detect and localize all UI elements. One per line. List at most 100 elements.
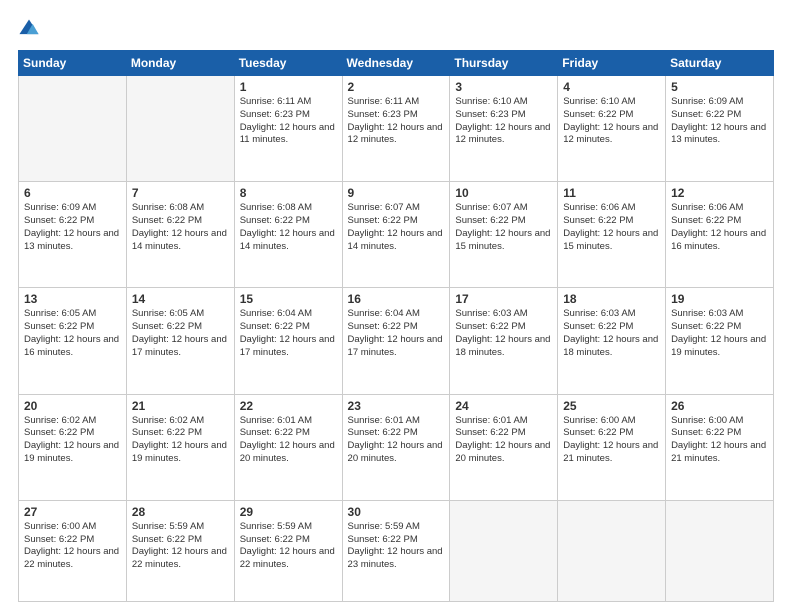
day-number: 15 — [240, 292, 337, 306]
calendar-cell: 15 Sunrise: 6:04 AM Sunset: 6:22 PM Dayli… — [234, 288, 342, 394]
day-number: 22 — [240, 399, 337, 413]
day-number: 26 — [671, 399, 768, 413]
calendar-cell: 8Sunrise: 6:08 AM Sunset: 6:22 PM Daylig… — [234, 182, 342, 288]
calendar-cell: 14Sunrise: 6:05 AM Sunset: 6:22 PM Dayli… — [126, 288, 234, 394]
calendar-cell: 7 Sunrise: 6:08 AM Sunset: 6:22 PM Daylig… — [126, 182, 234, 288]
day-number: 2 — [348, 80, 445, 94]
calendar-cell: 23Sunrise: 6:01 AM Sunset: 6:22 PM Dayli… — [342, 394, 450, 500]
calendar-cell: 12 Sunrise: 6:06 AM Sunset: 6:22 PM Dayli… — [666, 182, 774, 288]
day-info: Sunrise: 6:10 AM Sunset: 6:22 PM Dayligh… — [563, 96, 660, 147]
day-info: Sunrise: 6:02 AM Sunset: 6:22 PM Dayligh… — [132, 415, 229, 466]
day-info: Sunrise: 6:04 AM Sunset: 6:22 PM Dayligh… — [240, 308, 337, 359]
calendar-cell — [126, 76, 234, 182]
weekday-header-thursday: Thursday — [450, 51, 558, 76]
logo-icon — [18, 18, 40, 40]
day-number: 12 — [671, 186, 768, 200]
day-info: Sunrise: 6:05 AM Sunset: 6:22 PM Dayligh… — [24, 308, 121, 359]
day-info: Sunrise: 6:08 AM Sunset: 6:22 PM Dayligh… — [132, 202, 229, 253]
day-number: 3 — [455, 80, 552, 94]
calendar-cell: 26 Sunrise: 6:00 AM Sunset: 6:22 PM Dayli… — [666, 394, 774, 500]
day-info: Sunrise: 6:04 AM Sunset: 6:22 PM Dayligh… — [348, 308, 445, 359]
page: SundayMondayTuesdayWednesdayThursdayFrid… — [0, 0, 792, 612]
day-info: Sunrise: 6:03 AM Sunset: 6:22 PM Dayligh… — [455, 308, 552, 359]
weekday-header-row: SundayMondayTuesdayWednesdayThursdayFrid… — [19, 51, 774, 76]
day-info: Sunrise: 6:07 AM Sunset: 6:22 PM Dayligh… — [348, 202, 445, 253]
weekday-header-sunday: Sunday — [19, 51, 127, 76]
day-number: 25 — [563, 399, 660, 413]
calendar-cell: 28 Sunrise: 5:59 AM Sunset: 6:22 PM Dayli… — [126, 500, 234, 601]
calendar-cell: 16 Sunrise: 6:04 AM Sunset: 6:22 PM Dayli… — [342, 288, 450, 394]
calendar-cell: 25Sunrise: 6:00 AM Sunset: 6:22 PM Dayli… — [558, 394, 666, 500]
header — [18, 18, 774, 40]
day-number: 11 — [563, 186, 660, 200]
day-info: Sunrise: 6:03 AM Sunset: 6:22 PM Dayligh… — [563, 308, 660, 359]
calendar-cell: 27 Sunrise: 6:00 AM Sunset: 6:22 PM Dayli… — [19, 500, 127, 601]
day-info: Sunrise: 6:00 AM Sunset: 6:22 PM Dayligh… — [24, 521, 121, 572]
calendar-cell: 9 Sunrise: 6:07 AM Sunset: 6:22 PM Daylig… — [342, 182, 450, 288]
day-number: 9 — [348, 186, 445, 200]
day-info: Sunrise: 6:10 AM Sunset: 6:23 PM Dayligh… — [455, 96, 552, 147]
calendar-cell: 4 Sunrise: 6:10 AM Sunset: 6:22 PM Daylig… — [558, 76, 666, 182]
calendar-cell: 3 Sunrise: 6:10 AM Sunset: 6:23 PM Daylig… — [450, 76, 558, 182]
day-info: Sunrise: 6:08 AM Sunset: 6:22 PM Dayligh… — [240, 202, 337, 253]
calendar-cell: 19Sunrise: 6:03 AM Sunset: 6:22 PM Dayli… — [666, 288, 774, 394]
calendar-cell: 24 Sunrise: 6:01 AM Sunset: 6:22 PM Dayli… — [450, 394, 558, 500]
week-row-4: 20Sunrise: 6:02 AM Sunset: 6:22 PM Dayli… — [19, 394, 774, 500]
calendar-cell: 10Sunrise: 6:07 AM Sunset: 6:22 PM Dayli… — [450, 182, 558, 288]
day-info: Sunrise: 6:09 AM Sunset: 6:22 PM Dayligh… — [671, 96, 768, 147]
day-number: 21 — [132, 399, 229, 413]
day-info: Sunrise: 6:02 AM Sunset: 6:22 PM Dayligh… — [24, 415, 121, 466]
calendar-cell: 17 Sunrise: 6:03 AM Sunset: 6:22 PM Dayli… — [450, 288, 558, 394]
calendar-cell — [558, 500, 666, 601]
week-row-3: 13 Sunrise: 6:05 AM Sunset: 6:22 PM Dayli… — [19, 288, 774, 394]
day-number: 14 — [132, 292, 229, 306]
calendar-cell: 21 Sunrise: 6:02 AM Sunset: 6:22 PM Dayli… — [126, 394, 234, 500]
day-number: 29 — [240, 505, 337, 519]
calendar-cell: 2 Sunrise: 6:11 AM Sunset: 6:23 PM Daylig… — [342, 76, 450, 182]
calendar-cell: 1Sunrise: 6:11 AM Sunset: 6:23 PM Daylig… — [234, 76, 342, 182]
day-info: Sunrise: 6:01 AM Sunset: 6:22 PM Dayligh… — [455, 415, 552, 466]
day-info: Sunrise: 6:00 AM Sunset: 6:22 PM Dayligh… — [671, 415, 768, 466]
day-info: Sunrise: 6:06 AM Sunset: 6:22 PM Dayligh… — [563, 202, 660, 253]
day-number: 18 — [563, 292, 660, 306]
day-number: 1 — [240, 80, 337, 94]
day-number: 4 — [563, 80, 660, 94]
calendar-cell: 6Sunrise: 6:09 AM Sunset: 6:22 PM Daylig… — [19, 182, 127, 288]
day-number: 28 — [132, 505, 229, 519]
day-number: 17 — [455, 292, 552, 306]
day-number: 16 — [348, 292, 445, 306]
day-number: 27 — [24, 505, 121, 519]
week-row-2: 6Sunrise: 6:09 AM Sunset: 6:22 PM Daylig… — [19, 182, 774, 288]
day-info: Sunrise: 6:09 AM Sunset: 6:22 PM Dayligh… — [24, 202, 121, 253]
calendar-cell — [19, 76, 127, 182]
day-number: 10 — [455, 186, 552, 200]
calendar-cell: 22 Sunrise: 6:01 AM Sunset: 6:22 PM Dayli… — [234, 394, 342, 500]
day-info: Sunrise: 5:59 AM Sunset: 6:22 PM Dayligh… — [240, 521, 337, 572]
calendar: SundayMondayTuesdayWednesdayThursdayFrid… — [18, 50, 774, 602]
calendar-cell: 13 Sunrise: 6:05 AM Sunset: 6:22 PM Dayli… — [19, 288, 127, 394]
day-number: 5 — [671, 80, 768, 94]
day-info: Sunrise: 5:59 AM Sunset: 6:22 PM Dayligh… — [348, 521, 445, 572]
weekday-header-wednesday: Wednesday — [342, 51, 450, 76]
calendar-cell: 30 Sunrise: 5:59 AM Sunset: 6:22 PM Dayli… — [342, 500, 450, 601]
day-info: Sunrise: 6:01 AM Sunset: 6:22 PM Dayligh… — [240, 415, 337, 466]
weekday-header-monday: Monday — [126, 51, 234, 76]
calendar-cell: 20Sunrise: 6:02 AM Sunset: 6:22 PM Dayli… — [19, 394, 127, 500]
day-number: 13 — [24, 292, 121, 306]
logo — [18, 18, 44, 40]
day-number: 19 — [671, 292, 768, 306]
day-info: Sunrise: 5:59 AM Sunset: 6:22 PM Dayligh… — [132, 521, 229, 572]
weekday-header-friday: Friday — [558, 51, 666, 76]
day-number: 30 — [348, 505, 445, 519]
week-row-1: 1 Sunrise: 6:11 AM Sunset: 6:23 PM Daylig… — [19, 76, 774, 182]
day-info: Sunrise: 6:06 AM Sunset: 6:22 PM Dayligh… — [671, 202, 768, 253]
day-number: 7 — [132, 186, 229, 200]
day-number: 23 — [348, 399, 445, 413]
calendar-cell: 18 Sunrise: 6:03 AM Sunset: 6:22 PM Dayli… — [558, 288, 666, 394]
calendar-cell: 5 Sunrise: 6:09 AM Sunset: 6:22 PM Daylig… — [666, 76, 774, 182]
week-row-5: 27 Sunrise: 6:00 AM Sunset: 6:22 PM Dayli… — [19, 500, 774, 601]
weekday-header-saturday: Saturday — [666, 51, 774, 76]
day-number: 24 — [455, 399, 552, 413]
day-info: Sunrise: 6:11 AM Sunset: 6:23 PM Dayligh… — [348, 96, 445, 147]
calendar-cell — [450, 500, 558, 601]
